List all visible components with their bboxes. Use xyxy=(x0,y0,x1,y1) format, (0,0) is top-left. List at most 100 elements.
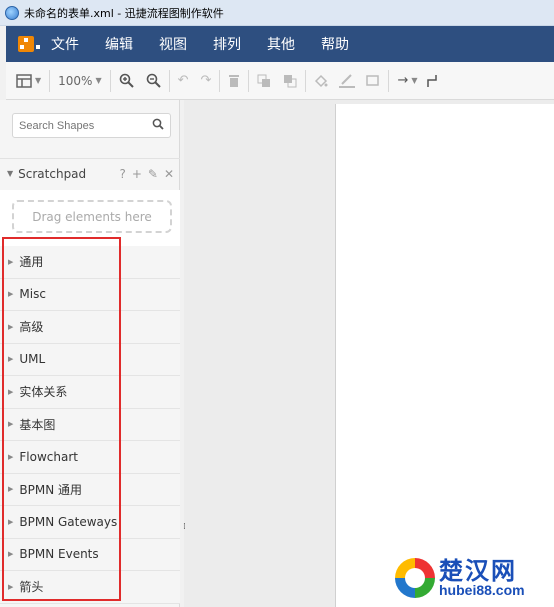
toolbar-divider xyxy=(388,69,390,92)
chevron-down-icon: ▼ xyxy=(95,76,102,85)
category-arrows[interactable]: ▶ 箭头 xyxy=(0,571,180,604)
category-flowchart[interactable]: ▶ Flowchart xyxy=(0,441,180,474)
connection-style-dropdown[interactable]: → ▼ xyxy=(397,69,417,93)
category-label: Misc xyxy=(19,287,46,302)
menu-view[interactable]: 视图 xyxy=(159,34,187,54)
expand-triangle-icon: ▶ xyxy=(8,582,14,591)
shadow-icon xyxy=(366,74,380,86)
watermark-brand-en: hubei88.com xyxy=(439,582,525,598)
zoom-value: 100% xyxy=(58,73,93,88)
panel-layout-icon xyxy=(16,73,32,88)
toolbar-divider xyxy=(305,69,307,92)
category-label: Flowchart xyxy=(19,449,78,464)
zoom-out-button[interactable] xyxy=(146,69,161,93)
category-entity-relation[interactable]: ▶ 实体关系 xyxy=(0,376,180,409)
waypoint-icon xyxy=(426,74,437,87)
expand-triangle-icon: ▶ xyxy=(8,322,14,331)
category-bpmn-gateways[interactable]: ▶ BPMN Gateways xyxy=(0,506,180,539)
menu-edit[interactable]: 编辑 xyxy=(105,34,133,54)
format-panel-button[interactable]: ▼ xyxy=(16,69,41,93)
expand-triangle-icon: ▶ xyxy=(8,387,14,396)
category-bpmn-events[interactable]: ▶ BPMN Events xyxy=(0,538,180,571)
toolbar-divider xyxy=(49,69,51,92)
toolbar: ▼ 100% ▼ ↶ ↷ → ▼ xyxy=(6,62,554,100)
shape-categories: ▶ 通用 ▶ Misc ▶ 高级 ▶ UML ▶ 实体关系 ▶ 基本图 ▶ Flowchart… xyxy=(0,246,180,604)
zoom-dropdown[interactable]: 100% ▼ xyxy=(58,69,101,93)
expand-triangle-icon: ▶ xyxy=(8,517,14,526)
close-icon[interactable]: ✕ xyxy=(164,167,174,181)
expand-triangle-icon: ▶ xyxy=(8,257,14,266)
shadow-button[interactable] xyxy=(366,69,380,93)
to-front-icon xyxy=(257,74,271,87)
menu-file[interactable]: 文件 xyxy=(51,34,79,54)
delete-button[interactable] xyxy=(228,69,240,93)
app-logo-icon[interactable] xyxy=(18,36,40,52)
zoom-in-button[interactable] xyxy=(119,69,134,93)
pencil-icon[interactable]: ✎ xyxy=(148,167,158,181)
expand-triangle-icon: ▶ xyxy=(8,420,14,429)
category-general[interactable]: ▶ 通用 xyxy=(0,246,180,279)
watermark: 楚汉网 hubei88.com xyxy=(395,558,525,598)
waypoints-button[interactable] xyxy=(426,69,438,93)
watermark-logo-icon xyxy=(395,558,435,598)
expand-triangle-icon: ▶ xyxy=(8,290,14,299)
expand-triangle-icon: ▶ xyxy=(8,355,14,364)
category-label: BPMN Gateways xyxy=(19,514,118,529)
category-label: UML xyxy=(19,352,46,367)
to-back-button[interactable] xyxy=(283,69,297,93)
sidebar-resize-handle[interactable]: ⁞ xyxy=(183,522,186,532)
category-label: 实体关系 xyxy=(19,385,68,400)
redo-icon: ↷ xyxy=(200,73,212,88)
menu-arrange[interactable]: 排列 xyxy=(213,34,241,54)
menu-extras[interactable]: 其他 xyxy=(267,34,295,54)
diagram-page[interactable] xyxy=(335,104,554,607)
category-basic[interactable]: ▶ 基本图 xyxy=(0,408,180,441)
pencil-icon xyxy=(339,73,356,88)
to-back-icon xyxy=(284,74,297,87)
category-label: 通用 xyxy=(19,255,44,270)
paint-bucket-icon xyxy=(315,74,328,87)
fill-color-button[interactable] xyxy=(314,69,328,93)
scratchpad-label: Scratchpad xyxy=(18,166,87,181)
undo-button[interactable]: ↶ xyxy=(178,69,189,93)
trash-icon xyxy=(229,74,240,87)
menu-help[interactable]: 帮助 xyxy=(321,34,349,54)
plus-icon[interactable]: + xyxy=(132,167,142,181)
expand-triangle-icon: ▶ xyxy=(8,485,14,494)
category-uml[interactable]: ▶ UML xyxy=(0,343,180,376)
undo-icon: ↶ xyxy=(177,73,189,88)
expand-triangle-icon: ▶ xyxy=(8,550,14,559)
redo-button[interactable]: ↷ xyxy=(201,69,212,93)
zoom-out-icon xyxy=(146,73,161,88)
toolbar-divider xyxy=(219,69,221,92)
window-titlebar: 未命名的表单.xml - 迅捷流程图制作软件 xyxy=(0,0,554,26)
category-advanced[interactable]: ▶ 高级 xyxy=(0,311,180,344)
app-icon xyxy=(5,5,19,20)
category-bpmn-general[interactable]: ▶ BPMN 通用 xyxy=(0,473,180,506)
scratchpad-header[interactable]: ▼ Scratchpad ? + ✎ ✕ xyxy=(0,158,180,188)
search-icon[interactable] xyxy=(152,118,164,133)
to-front-button[interactable] xyxy=(257,69,271,93)
arrow-right-icon: → xyxy=(397,73,409,88)
help-icon[interactable]: ? xyxy=(119,167,125,181)
toolbar-divider xyxy=(109,69,111,92)
line-color-button[interactable] xyxy=(338,69,356,93)
expand-triangle-icon: ▶ xyxy=(8,452,14,461)
chevron-down-icon: ▼ xyxy=(35,76,42,85)
category-label: BPMN 通用 xyxy=(19,482,83,497)
search-shapes-box[interactable] xyxy=(12,113,171,138)
toolbar-divider xyxy=(168,69,170,92)
window-title: 未命名的表单.xml - 迅捷流程图制作软件 xyxy=(24,6,224,20)
category-misc[interactable]: ▶ Misc xyxy=(0,278,180,311)
search-input[interactable] xyxy=(13,114,143,137)
category-label: 高级 xyxy=(19,320,44,335)
collapse-triangle-icon: ▼ xyxy=(7,169,14,178)
watermark-brand-cn: 楚汉网 xyxy=(439,557,517,585)
zoom-in-icon xyxy=(119,73,134,88)
scratchpad-dropzone[interactable]: Drag elements here xyxy=(12,200,172,233)
category-label: 基本图 xyxy=(19,417,56,432)
toolbar-divider xyxy=(248,69,250,92)
category-label: 箭头 xyxy=(19,580,44,595)
chevron-down-icon: ▼ xyxy=(411,76,418,85)
category-label: BPMN Events xyxy=(19,547,99,562)
